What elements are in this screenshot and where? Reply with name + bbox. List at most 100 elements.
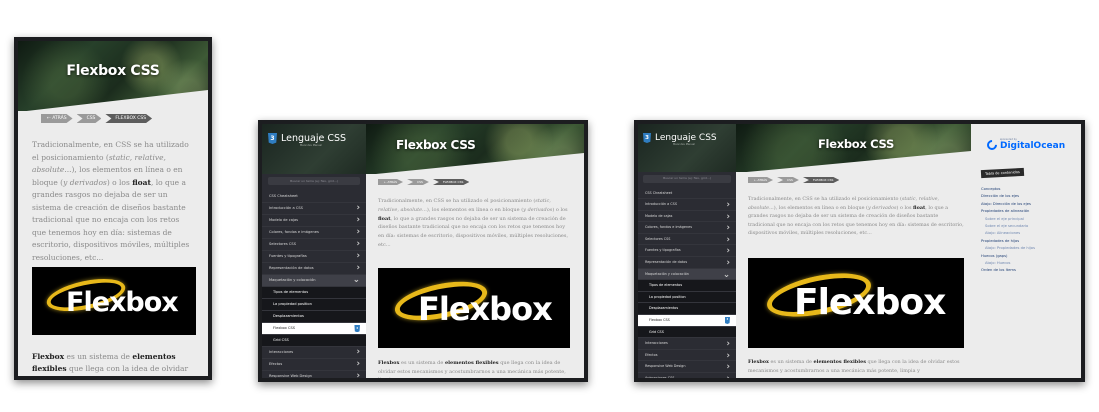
sidebar-item-label: CSS Cheatsheet (645, 190, 673, 195)
sidebar-item[interactable]: Desplazamientos (638, 303, 736, 316)
sidebar-item[interactable]: Maquetación y colocación ⌄ (262, 275, 366, 287)
sidebar-item-label: Tipos de elementos (649, 283, 683, 288)
sidebar-item[interactable]: Fuentes y tipografías › (262, 251, 366, 263)
sidebar-item-label: Introducción a CSS (269, 206, 303, 210)
sidebar-item-label: Efectos (645, 352, 658, 357)
sidebar-item[interactable]: Fuentes y tipografías › (638, 245, 736, 258)
sidebar-item[interactable]: Efectos › (638, 350, 736, 362)
sidebar-item-label: Fuentes y tipografías (645, 248, 681, 253)
sidebar-item-label: Flexbox CSS (273, 326, 296, 330)
toc-item[interactable]: Atajo: Dirección de los ejes (981, 201, 1073, 208)
sidebar-item[interactable]: Interacciones › (262, 347, 366, 359)
toc-item[interactable]: Huecos (gaps) (981, 253, 1073, 260)
sponsor-logo[interactable]: sponsored by DigitalOcean (981, 137, 1073, 152)
intro-paragraph: Tradicionalmente, en CSS se ha utilizado… (32, 140, 190, 262)
breadcrumb-back[interactable]: ⇠ ATRÁS (41, 114, 73, 123)
sidebar-item-label: Colores, fondos e imágenes (269, 230, 319, 234)
sidebar-item[interactable]: Grid CSS (262, 335, 366, 347)
sidebar-item[interactable]: CSS Cheatsheet (638, 188, 736, 200)
sidebar-item[interactable]: Selectores CSS › (638, 234, 736, 246)
sidebar-item-label: Maquetación y colocación (269, 278, 316, 282)
sidebar-item[interactable]: Efectos › (262, 359, 366, 371)
search-input[interactable]: Buscar un tema (ej: flex, grid...) (268, 177, 360, 185)
sidebar-item[interactable]: Representación de datos › (262, 263, 366, 275)
sidebar-item[interactable]: Flexbox CSS 3 (262, 323, 366, 335)
desktop-screen: Flexbox CSS 3 Lenguaje CSS Manz.dev Manu… (638, 124, 1081, 378)
sidebar-item[interactable]: CSS Cheatsheet (262, 191, 366, 203)
toc-item[interactable]: Conceptos (981, 186, 1073, 193)
breadcrumb-current[interactable]: FLEXBOX CSS (105, 114, 152, 123)
sidebar-item[interactable]: Introducción a CSS › (638, 199, 736, 211)
intro-paragraph: Tradicionalmente, en CSS se ha utilizado… (748, 196, 964, 237)
brand-subtitle: Manz.dev Manual (673, 143, 695, 146)
sidebar-item-label: Grid CSS (273, 338, 289, 342)
brand[interactable]: 3 Lenguaje CSS (643, 133, 731, 143)
sidebar-item[interactable]: Tipos de elementos (638, 280, 736, 292)
toc-item[interactable]: Atajo: Alineaciones (981, 230, 1073, 237)
sidebar-item[interactable]: Maquetación y colocación ⌄ (638, 268, 736, 281)
sidebar-item-label: Fuentes y tipografías (269, 254, 307, 258)
sidebar-item[interactable]: La propiedad position (262, 299, 366, 311)
sidebar-item[interactable]: Modelo de cajas › (638, 211, 736, 223)
sponsor-name: DigitalOcean (1000, 141, 1066, 151)
main-content: ⇠ ATRÁS CSS FLEXBOX CSS Tradicionalmente… (366, 174, 584, 378)
flexbox-logo-text: Flexbox (66, 287, 179, 318)
sidebar-item[interactable]: Flexbox CSS 3 (638, 315, 736, 327)
chevron-down-icon: ⌄ (722, 268, 730, 279)
toc-item[interactable]: Dirección de los ejes (981, 193, 1073, 200)
table-of-contents: Conceptos Dirección de los ejes Atajo: Dir… (981, 186, 1073, 275)
sidebar-item[interactable]: Representación de datos › (638, 257, 736, 269)
sidebar-item-label: Colores, fondos e imágenes (645, 225, 693, 230)
breadcrumb-current[interactable]: FLEXBOX CSS (433, 179, 469, 185)
flexbox-logo-image: Flexbox (378, 268, 570, 348)
toc-item[interactable]: Sobre el eje secundario (981, 223, 1073, 230)
sidebar-item[interactable]: Desplazamientos (262, 311, 366, 323)
toc-item[interactable]: Orden de los ítems (981, 267, 1073, 274)
chevron-right-icon: › (356, 239, 360, 249)
sidebar-item[interactable]: Colores, fondos e imágenes › (638, 222, 736, 234)
sidebar: 3 Lenguaje CSS Manz.dev Manual Buscar un… (638, 124, 736, 378)
sidebar-item-label: Representación de datos (269, 266, 314, 270)
toc-item[interactable]: Atajo: Propiedades de hijos (981, 245, 1073, 252)
sidebar-item[interactable]: Grid CSS (638, 326, 736, 339)
toc-title-button[interactable]: Tabla de contenidos (980, 167, 1025, 179)
breadcrumb-current[interactable]: FLEXBOX CSS (803, 177, 839, 183)
sidebar-item[interactable]: Selectores CSS › (262, 239, 366, 251)
css3-icon: 3 (724, 316, 730, 325)
search-input[interactable]: Buscar un tema (ej: flex, grid...) (643, 175, 731, 183)
sidebar-item[interactable]: Tipos de elementos (262, 287, 366, 299)
sidebar-header: 3 Lenguaje CSS Manz.dev Manual (638, 124, 736, 172)
header-banner: Flexbox CSS (366, 124, 584, 174)
brand[interactable]: 3 Lenguaje CSS (268, 133, 360, 144)
breadcrumb: ⇠ ATRÁS CSS FLEXBOX CSS (736, 172, 970, 183)
page-title: Flexbox CSS (396, 138, 476, 152)
sidebar-item[interactable]: La propiedad position (638, 291, 736, 304)
toc-item[interactable]: Sobre el eje principal (981, 216, 1073, 223)
sidebar-item-label: Selectores CSS (645, 236, 671, 241)
css3-icon: 3 (354, 324, 360, 333)
flexbox-logo-text: Flexbox (794, 282, 946, 323)
chevron-right-icon: › (726, 210, 730, 221)
chevron-right-icon: › (726, 338, 730, 349)
sidebar-item[interactable]: Modelo de cajas › (262, 215, 366, 227)
flexbox-description: Flexbox es un sistema de elementos flexi… (32, 352, 189, 373)
chevron-right-icon: › (726, 222, 730, 233)
chevron-right-icon: › (356, 347, 360, 357)
sidebar-item[interactable]: Responsive Web Design › (262, 371, 366, 378)
toc-item[interactable]: Propiedades de hijos (981, 238, 1073, 245)
sidebar-item-label: Representación de datos (645, 260, 688, 265)
mobile-view: Flexbox CSS ⇠ ATRÁS CSS FLEXBOX CSS Trad… (14, 37, 212, 380)
sidebar-item[interactable]: Colores, fondos e imágenes › (262, 227, 366, 239)
css3-icon: 3 (268, 133, 277, 144)
sidebar-item[interactable]: Introducción a CSS › (262, 203, 366, 215)
flexbox-logo-image: Flexbox (748, 258, 964, 348)
chevron-right-icon: › (726, 199, 730, 210)
breadcrumb-css[interactable]: CSS (77, 114, 102, 123)
sidebar-item[interactable]: Responsive Web Design › (638, 361, 736, 373)
toc-item[interactable]: Atajo: Huecos (981, 260, 1073, 267)
sidebar-item[interactable]: Animaciones CSS › (638, 373, 736, 378)
desktop-view: Flexbox CSS 3 Lenguaje CSS Manz.dev Manu… (634, 120, 1085, 382)
sidebar-item-label: La propiedad position (273, 302, 312, 306)
sidebar-item[interactable]: Interacciones › (638, 338, 736, 350)
toc-item[interactable]: Propiedades de alineación (981, 208, 1073, 215)
